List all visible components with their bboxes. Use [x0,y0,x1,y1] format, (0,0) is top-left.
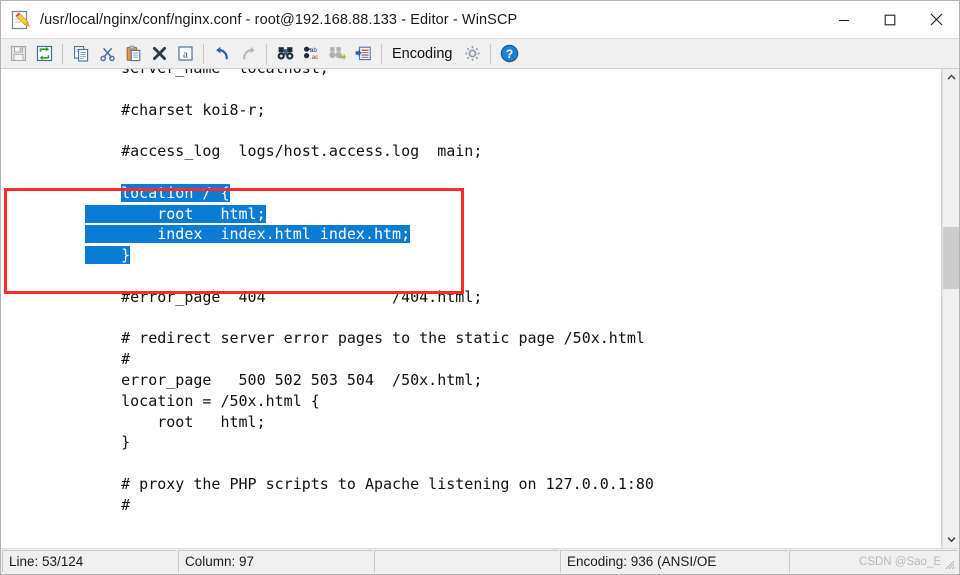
status-bar: Line: 53/124 Column: 97 Encoding: 936 (A… [1,548,959,574]
help-button[interactable]: ? [497,42,521,66]
selected-text: } [85,246,131,265]
binoculars-icon [277,47,293,60]
x-cross-icon [152,46,166,61]
clipboard-icon [126,45,140,62]
svg-text:ac: ac [311,54,319,61]
scissors-icon [99,47,115,62]
code-line: server_name localhost; [1,69,941,79]
toolbar-separator [203,43,204,64]
letter-a-box-icon: a [177,46,193,61]
replace-ab-ac-icon: ab ac [303,46,319,61]
code-line: # [85,495,131,514]
selected-text: location / { [121,183,230,202]
undo-arrow-icon [215,46,228,60]
select-all-button[interactable]: a [173,42,197,66]
toolbar-separator [62,43,63,64]
maximize-button[interactable] [867,1,913,38]
refresh-arrows-icon [36,45,52,62]
redo-button[interactable] [236,42,260,66]
status-line: Line: 53/124 [2,550,177,573]
redo-arrow-icon [242,46,255,60]
paste-button[interactable] [121,42,145,66]
code-line: index index.html index.htm; [1,224,941,245]
watermark-label: CSDN @Sao_E [859,555,941,568]
editor-notepad-pencil-icon [10,9,32,31]
minimize-button[interactable] [821,1,867,38]
status-blank [374,550,559,573]
selected-text: index index.html index.htm; [85,225,411,244]
reload-button[interactable] [32,42,56,66]
toolbar-separator [266,43,267,64]
status-encoding: Encoding: 936 (ANSI/OE [560,550,788,573]
code-line: } [1,245,941,266]
toolbar-separator [381,43,382,64]
title-bar: /usr/local/nginx/conf/nginx.conf - root@… [1,1,959,39]
code-line: # proxy the PHP scripts to Apache listen… [85,474,654,493]
cut-button[interactable] [95,42,119,66]
undo-button[interactable] [210,42,234,66]
selected-text: root html; [85,204,266,223]
copy-pages-icon [73,46,88,62]
delete-button[interactable] [147,42,171,66]
go-to-line-button[interactable] [351,42,375,66]
preferences-button[interactable] [460,42,484,66]
goto-line-icon [355,46,371,61]
scroll-down-button[interactable] [943,531,959,548]
svg-text:a: a [183,49,188,61]
code-content: server_name localhost; #charset koi8-r; … [1,69,941,516]
floppy-disk-icon [10,45,26,62]
scrollbar-thumb[interactable] [943,227,959,289]
encoding-menu-button[interactable]: Encoding [387,46,459,62]
code-text-area[interactable]: server_name localhost; #charset koi8-r; … [1,69,942,548]
svg-text:ab: ab [309,47,317,54]
find-next-button[interactable] [325,42,349,66]
status-column: Column: 97 [178,550,373,573]
editor-area: server_name localhost; #charset koi8-r; … [1,69,959,548]
code-line: #error_page 404 /404.html; [85,287,483,306]
toolbar: a ab ac Encoding ? [1,39,959,69]
code-line: # redirect server error pages to the sta… [85,329,645,348]
svg-text:?: ? [506,47,513,61]
minimize-icon [839,19,849,21]
replace-button[interactable]: ab ac [299,42,323,66]
chevron-up-icon [946,74,956,80]
gear-icon [465,46,480,61]
vertical-scrollbar[interactable] [942,69,959,548]
close-button[interactable] [913,1,959,38]
code-line: root html; [85,412,266,431]
code-line: location / { [1,183,941,204]
toolbar-separator [490,43,492,64]
code-line: #charset koi8-r; [85,100,266,119]
resize-grip-icon[interactable] [943,558,955,570]
maximize-icon [884,14,896,25]
find-button[interactable] [273,42,297,66]
window-title: /usr/local/nginx/conf/nginx.conf - root@… [40,11,518,28]
code-line: } [85,433,131,452]
close-icon [930,13,942,26]
code-line: #access_log logs/host.access.log main; [85,142,483,161]
editor-window: /usr/local/nginx/conf/nginx.conf - root@… [0,0,960,575]
scroll-up-button[interactable] [943,69,959,86]
save-button[interactable] [6,42,30,66]
status-watermark-cell: CSDN @Sao_E [789,550,958,573]
code-line: error_page 500 502 503 504 /50x.html; [85,370,483,389]
question-mark-help-icon: ? [500,44,519,63]
window-controls [821,1,959,38]
code-line: # [85,350,131,369]
binoculars-next-icon [328,47,346,61]
chevron-down-icon [946,537,956,543]
code-line: root html; [1,204,941,225]
code-line: location = /50x.html { [85,391,320,410]
copy-button[interactable] [69,42,93,66]
